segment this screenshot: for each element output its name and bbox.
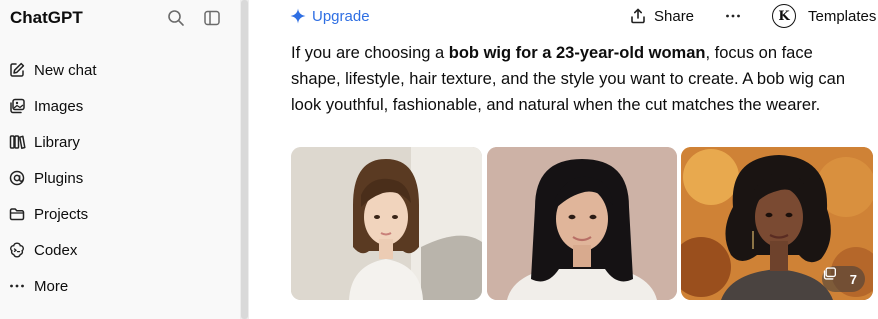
top-bar: Upgrade Share K Templates xyxy=(249,0,878,34)
sidebar-item-label: Images xyxy=(34,97,84,115)
gallery-image-straight-bob[interactable] xyxy=(291,147,482,300)
plugins-icon xyxy=(8,169,26,187)
message-text-bold: bob wig for a 23-year-old woman xyxy=(448,44,706,62)
upgrade-label: Upgrade xyxy=(312,7,370,25)
folder-icon xyxy=(8,205,26,223)
templates-logo-icon: K xyxy=(772,4,796,28)
sparkle-icon xyxy=(289,7,307,25)
scrollbar-thumb[interactable] xyxy=(241,0,248,319)
sidebar-item-library[interactable]: Library xyxy=(0,124,240,160)
sidebar-item-label: Codex xyxy=(34,241,78,259)
sidebar-item-plugins[interactable]: Plugins xyxy=(0,160,240,196)
sidebar-toggle-icon[interactable] xyxy=(200,6,224,30)
share-icon xyxy=(629,7,647,25)
message-text-prefix: If you are choosing a xyxy=(291,44,449,62)
codex-icon xyxy=(8,241,26,259)
sidebar-item-projects[interactable]: Projects xyxy=(0,196,240,232)
sidebar-item-label: Projects xyxy=(34,205,89,223)
app-title: ChatGPT xyxy=(10,8,83,27)
sidebar-item-images[interactable]: Images xyxy=(0,88,240,124)
templates-label: Templates xyxy=(808,7,877,25)
images-icon xyxy=(8,97,26,115)
gallery-image-black-bob[interactable] xyxy=(487,147,677,300)
edit-icon xyxy=(8,61,26,79)
sidebar-item-label: New chat xyxy=(34,61,97,79)
upgrade-button[interactable]: Upgrade xyxy=(289,7,370,25)
search-icon[interactable] xyxy=(164,6,188,30)
assistant-message: If you are choosing a bob wig for a 23-y… xyxy=(291,40,851,118)
library-icon xyxy=(8,133,26,151)
sidebar: ChatGPT New chat Images Library Plugins … xyxy=(0,0,240,319)
image-gallery: 7 xyxy=(291,147,873,300)
templates-button[interactable]: K Templates xyxy=(772,4,876,28)
more-images-count: 7 xyxy=(849,271,857,287)
sidebar-scrollbar[interactable] xyxy=(240,0,249,319)
more-images-badge[interactable]: 7 xyxy=(821,266,865,292)
sidebar-item-label: More xyxy=(34,277,69,295)
sidebar-header: ChatGPT xyxy=(10,6,230,30)
sidebar-nav: New chat Images Library Plugins Projects xyxy=(0,52,240,304)
share-label: Share xyxy=(654,7,695,25)
images-icon xyxy=(823,267,845,287)
gallery-image-curly-bob[interactable]: 7 xyxy=(681,147,873,300)
more-options-icon[interactable] xyxy=(721,4,745,28)
sidebar-item-label: Library xyxy=(34,133,80,151)
sidebar-item-label: Plugins xyxy=(34,169,84,187)
sidebar-item-more[interactable]: More xyxy=(0,268,240,304)
sidebar-item-new-chat[interactable]: New chat xyxy=(0,52,240,88)
share-button[interactable]: Share xyxy=(629,7,694,25)
more-icon xyxy=(8,277,26,295)
sidebar-item-codex[interactable]: Codex xyxy=(0,232,240,268)
